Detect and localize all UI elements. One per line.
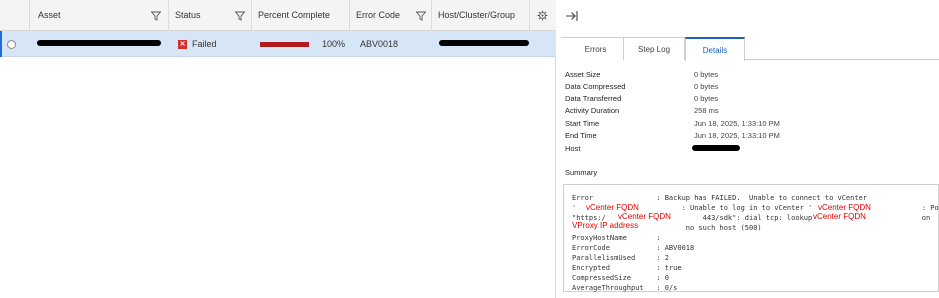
filter-icon[interactable] bbox=[151, 11, 161, 21]
selection-indicator bbox=[0, 31, 2, 57]
annotation-vcenter-fqdn: vCenter FQDN bbox=[586, 203, 639, 212]
redacted-asset-name bbox=[37, 40, 161, 46]
tab-step-log[interactable]: Step Log bbox=[623, 37, 685, 60]
detail-value: 0 bytes bbox=[694, 70, 719, 79]
table-header: Asset Status Percent Complete Error Code… bbox=[0, 0, 556, 51]
summary-line: ProxyHostName : bbox=[572, 234, 661, 242]
summary-line: ParallelismUsed : 2 bbox=[572, 254, 669, 262]
detail-key: Activity Duration bbox=[565, 106, 620, 115]
tab-details[interactable]: Details bbox=[685, 37, 745, 61]
summary-label: Summary bbox=[565, 168, 598, 177]
filter-icon[interactable] bbox=[416, 11, 426, 21]
column-asset[interactable]: Asset bbox=[30, 0, 169, 31]
detail-key: End Time bbox=[565, 131, 597, 140]
details-panel: Errors Step Log Details Asset Size 0 byt… bbox=[557, 0, 939, 298]
failed-status-icon: ✕ bbox=[178, 40, 187, 49]
column-label: Error Code bbox=[356, 10, 401, 20]
activity-table: Asset Status Percent Complete Error Code… bbox=[0, 0, 556, 298]
column-label: Status bbox=[175, 10, 201, 20]
detail-value: 258 ms bbox=[694, 106, 719, 115]
detail-key: Asset Size bbox=[565, 70, 601, 79]
detail-key: Data Transferred bbox=[565, 94, 622, 103]
summary-line: Encrypted : true bbox=[572, 264, 682, 272]
filter-icon[interactable] bbox=[235, 11, 245, 21]
column-host[interactable]: Host/Cluster/Group Name bbox=[432, 0, 530, 51]
percent-complete-text: 100% bbox=[322, 39, 346, 49]
row-select-radio[interactable] bbox=[7, 40, 16, 49]
error-code-text: ABV0018 bbox=[360, 39, 399, 49]
summary-line: ErrorCode : ABV0018 bbox=[572, 244, 695, 252]
summary-line: Error : Backup has FAILED. Unable to con… bbox=[572, 194, 868, 202]
column-label: Asset bbox=[38, 10, 61, 20]
tab-errors[interactable]: Errors bbox=[561, 37, 631, 60]
detail-value: 0 bytes bbox=[694, 82, 719, 91]
redacted-host-name bbox=[439, 40, 529, 46]
column-error-code[interactable]: Error Code bbox=[350, 0, 432, 31]
detail-value: Jun 18, 2025, 1:33:10 PM bbox=[694, 119, 780, 128]
detail-key: Data Compressed bbox=[565, 82, 626, 91]
status-text: Failed bbox=[192, 39, 217, 49]
column-label: Percent Complete bbox=[258, 10, 331, 20]
redacted-host-value bbox=[692, 145, 740, 151]
detail-key: Host bbox=[565, 144, 581, 153]
gear-icon[interactable] bbox=[537, 10, 548, 21]
column-percent-complete[interactable]: Percent Complete bbox=[252, 0, 350, 31]
table-row[interactable]: ✕ Failed 100% ABV0018 bbox=[0, 31, 556, 57]
column-status[interactable]: Status bbox=[169, 0, 252, 31]
progress-bar bbox=[260, 42, 309, 47]
summary-line: CompressedSize : 0 bbox=[572, 274, 669, 282]
detail-value: Jun 18, 2025, 1:33:10 PM bbox=[694, 131, 780, 140]
select-column-header bbox=[0, 0, 30, 31]
column-settings[interactable] bbox=[530, 0, 556, 31]
annotation-vcenter-fqdn: vCenter FQDN bbox=[813, 212, 866, 221]
detail-value: 0 bytes bbox=[694, 94, 719, 103]
summary-box: Error : Backup has FAILED. Unable to con… bbox=[563, 184, 939, 292]
annotation-vproxy-ip: VProxy IP address bbox=[572, 221, 639, 230]
annotation-vcenter-fqdn: vCenter FQDN bbox=[618, 212, 671, 221]
detail-key: Start Time bbox=[565, 119, 600, 128]
annotation-vcenter-fqdn: vCenter FQDN bbox=[818, 203, 871, 212]
summary-line: AverageThroughput : 0/s bbox=[572, 284, 678, 292]
collapse-panel-icon[interactable] bbox=[565, 9, 579, 23]
details-tabs: Errors Step Log Details bbox=[561, 37, 939, 61]
